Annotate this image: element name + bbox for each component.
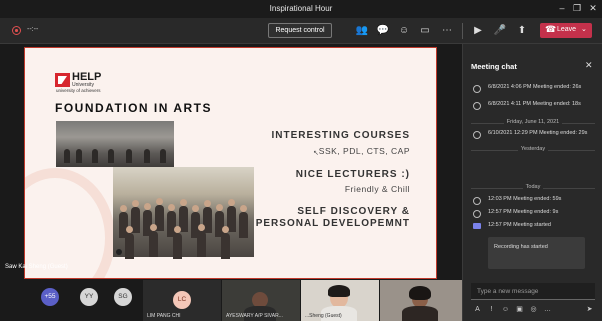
chat-compose-input[interactable]: Type a new message [471, 283, 595, 300]
attach-icon[interactable]: ! [487, 305, 496, 314]
avatar[interactable]: SG [114, 288, 132, 306]
decorative-swirl [25, 168, 115, 278]
close-icon[interactable]: ✕ [585, 60, 593, 71]
logo-tagline: university of achievers [56, 88, 101, 93]
participant-video-tile[interactable] [380, 280, 462, 321]
window-title: Inspirational Hour [269, 4, 333, 13]
slide-title: FOUNDATION IN ARTS [55, 101, 212, 115]
avatar: LC [173, 291, 191, 309]
shared-content-stage: HELP University university of achievers … [0, 44, 462, 280]
mic-icon[interactable]: 🎤 [493, 24, 507, 38]
slide-heading-lecturers: NICE LECTURERS :) [295, 169, 410, 180]
participant-name: AYESWARY A/P SIVAR... [226, 313, 283, 319]
chat-title: Meeting chat [471, 62, 517, 71]
participant-name: LIM PANG CHI [147, 313, 181, 319]
gif-icon[interactable]: ▣ [515, 305, 524, 314]
leave-label: Leave [557, 26, 577, 33]
request-control-button[interactable]: Request control [268, 23, 332, 38]
chat-icon[interactable]: 💬 [376, 24, 390, 38]
meeting-ended-icon [473, 210, 481, 218]
slide-heading-development: PERSONAL DEVELOPEMNT [255, 218, 410, 229]
meeting-ended-icon [473, 197, 481, 205]
send-icon[interactable]: ➤ [585, 305, 594, 314]
restore-icon[interactable]: ❐ [571, 2, 583, 14]
meeting-ended-icon [473, 131, 481, 139]
minimize-icon[interactable]: – [556, 2, 568, 14]
sticker-icon[interactable]: ◎ [529, 305, 538, 314]
title-bar: Inspirational Hour – ❐ ✕ [0, 0, 602, 18]
chevron-down-icon[interactable]: ⌄ [581, 25, 587, 33]
meeting-chat-panel: Meeting chat ✕ 6/8/2021 4:06 PM Meeting … [462, 44, 602, 321]
participant-strip: +55 YY SG LC LIM PANG CHI AYESWARY A/P S… [0, 280, 462, 321]
reactions-icon[interactable]: ☺ [397, 24, 411, 38]
share-icon[interactable]: ⬆ [515, 24, 529, 38]
presentation-slide: HELP University university of achievers … [24, 47, 437, 279]
classroom-photo [56, 121, 174, 167]
participant-name: ...Sheng (Guest) [305, 313, 342, 319]
meeting-toolbar: --:-- Request control 👥 💬 ☺ ▭ ⋯ ▶ 🎤 ⬆ ☎ … [0, 18, 602, 44]
meeting-timer: --:-- [27, 26, 39, 33]
slide-heading-courses: INTERESTING COURSES [271, 130, 410, 141]
recording-card-text: Recording has started [494, 244, 548, 250]
more-icon[interactable]: ⋯ [440, 24, 454, 38]
overflow-participants-badge[interactable]: +55 [41, 288, 59, 306]
emoji-icon[interactable]: ☺ [501, 305, 510, 314]
mouse-cursor-icon: ↖ [313, 150, 319, 157]
slide-heading-discovery: SELF DISCOVERY & [297, 206, 410, 217]
phone-icon: ☎ [545, 24, 557, 34]
participant-video-tile[interactable]: ...Sheng (Guest) [301, 280, 379, 321]
recording-started-card[interactable]: Recording has started [488, 237, 585, 269]
photo-badge-icon [116, 249, 122, 255]
more-options-icon[interactable]: … [543, 305, 552, 314]
group-photo [113, 167, 254, 259]
meeting-ended-icon [473, 85, 481, 93]
compose-toolbar: A ! ☺ ▣ ◎ … ➤ [471, 304, 595, 316]
date-divider: Today [471, 184, 595, 190]
meeting-ended-icon [473, 102, 481, 110]
meeting-started-icon [473, 223, 481, 229]
participant-video-tile[interactable]: AYESWARY A/P SIVAR... [222, 280, 300, 321]
recording-icon [12, 26, 21, 35]
rooms-icon[interactable]: ▭ [418, 24, 432, 38]
camera-icon[interactable]: ▶ [471, 24, 485, 38]
slide-sub-lecturers: Friendly & Chill [344, 184, 410, 194]
slide-sub-courses: SSK, PDL, CTS, CAP [318, 146, 410, 156]
close-window-icon[interactable]: ✕ [587, 2, 599, 14]
toolbar-divider [462, 23, 463, 39]
speaker-name-label: Saw Kai Sheng (Guest) [5, 264, 68, 270]
date-divider: Yesterday [471, 146, 595, 152]
help-logo-icon [55, 73, 70, 87]
date-divider: Friday, June 11, 2021 [471, 119, 595, 125]
participant-tile[interactable]: LC LIM PANG CHI [143, 280, 221, 321]
avatar[interactable]: YY [80, 288, 98, 306]
format-icon[interactable]: A [473, 305, 482, 314]
people-icon[interactable]: 👥 [355, 24, 369, 38]
leave-button[interactable]: ☎ Leave ⌄ [540, 23, 592, 38]
